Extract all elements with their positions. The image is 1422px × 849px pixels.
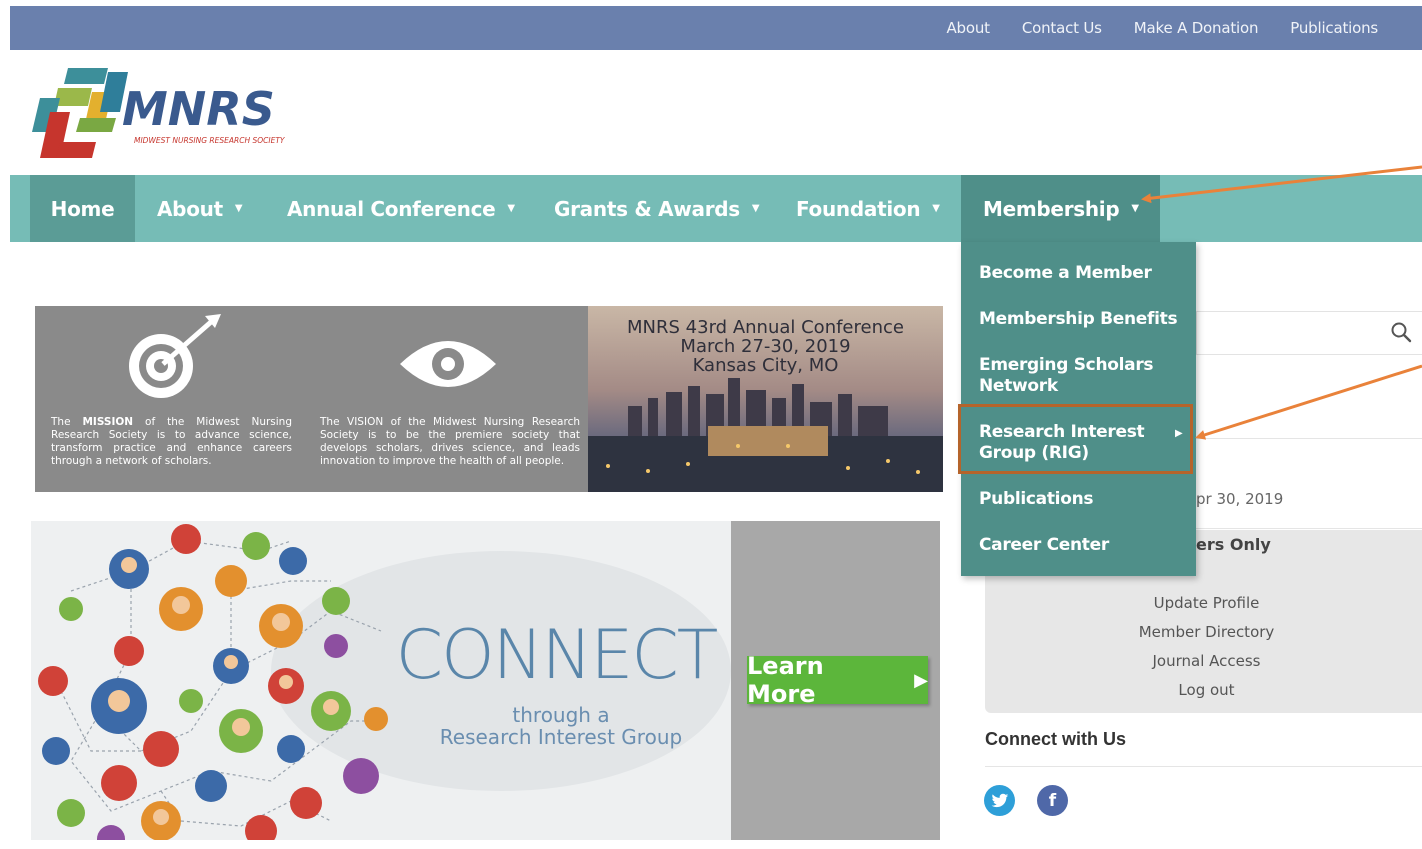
connect-rig-banner[interactable]: CONNECT through a Research Interest Grou… xyxy=(31,521,940,840)
mnrs-logo[interactable]: MNRS MIDWEST NURSING RESEARCH SOCIETY xyxy=(30,62,320,166)
conference-dates: March 27-30, 2019 xyxy=(680,336,851,357)
vision-text: The VISION of the Midwest Nursing Resear… xyxy=(320,416,580,467)
conference-title: MNRS 43rd Annual Conference xyxy=(627,317,904,338)
twitter-icon[interactable] xyxy=(984,785,1015,816)
menu-item-become-member[interactable]: Become a Member xyxy=(979,263,1179,284)
nav-home-label: Home xyxy=(50,196,115,221)
chevron-down-icon: ▼ xyxy=(751,203,760,214)
chevron-down-icon: ▼ xyxy=(507,203,515,214)
connect-subtitle: through a Research Interest Group xyxy=(439,703,683,749)
top-link-donation[interactable]: Make A Donation xyxy=(1118,19,1274,37)
learn-more-button[interactable]: Learn More ▶ xyxy=(747,652,928,708)
sidebar-divider xyxy=(985,766,1422,767)
nav-foundation[interactable]: Foundation ▼ xyxy=(796,175,940,242)
top-links: About Contact Us Make A Donation Publica… xyxy=(931,6,1395,50)
sidebar-divider xyxy=(1196,438,1422,439)
nav-foundation-label: Foundation xyxy=(796,196,921,221)
menu-item-membership-benefits[interactable]: Membership Benefits xyxy=(979,309,1179,330)
event-date: pr 30, 2019 xyxy=(1196,490,1284,508)
arrow-to-rig xyxy=(1195,364,1422,440)
log-out-link[interactable]: Log out xyxy=(985,681,1422,699)
members-only-title: ers Only xyxy=(1196,535,1271,554)
chevron-down-icon: ▼ xyxy=(234,203,243,214)
connect-headline: CONNECT xyxy=(395,616,719,695)
svg-text:MNRS: MNRS xyxy=(122,82,275,136)
journal-access-link[interactable]: Journal Access xyxy=(985,652,1422,670)
main-nav: Home About ▼ Annual Conference ▼ Grants & … xyxy=(10,175,1422,242)
menu-item-emerging-scholars[interactable]: Emerging Scholars Network xyxy=(979,355,1159,397)
learn-more-label: Learn More xyxy=(747,652,824,708)
menu-item-publications[interactable]: Publications xyxy=(979,489,1179,510)
eye-icon xyxy=(400,341,496,387)
nav-membership[interactable]: Membership ▼ xyxy=(961,175,1160,242)
conference-location: Kansas City, MO xyxy=(692,355,839,376)
conference-info: MNRS 43rd Annual Conference March 27-30,… xyxy=(588,318,943,375)
top-link-publications[interactable]: Publications xyxy=(1274,19,1394,37)
member-directory-link[interactable]: Member Directory xyxy=(985,623,1422,641)
chevron-down-icon: ▼ xyxy=(1131,203,1139,214)
top-utility-bar: About Contact Us Make A Donation Publica… xyxy=(10,6,1422,50)
mission-text: The MISSION of the Midwest Nursing Resea… xyxy=(51,416,292,467)
top-link-contact[interactable]: Contact Us xyxy=(1006,19,1118,37)
top-link-about[interactable]: About xyxy=(931,19,1006,37)
nav-grants-awards-label: Grants & Awards xyxy=(554,196,740,221)
rig-highlight-box xyxy=(958,404,1193,474)
chevron-down-icon: ▼ xyxy=(932,203,940,214)
nav-about[interactable]: About ▼ xyxy=(157,175,243,242)
search-icon[interactable] xyxy=(1389,320,1413,344)
nav-about-label: About xyxy=(157,196,223,221)
target-icon xyxy=(129,314,221,398)
facebook-icon[interactable]: f xyxy=(1037,785,1068,816)
nav-grants-awards[interactable]: Grants & Awards ▼ xyxy=(554,175,760,242)
nav-membership-label: Membership xyxy=(983,196,1120,221)
play-arrow-icon: ▶ xyxy=(914,669,928,691)
nav-annual-conference[interactable]: Annual Conference ▼ xyxy=(287,175,515,242)
logo-tagline: MIDWEST NURSING RESEARCH SOCIETY xyxy=(134,136,286,145)
connect-with-us-title: Connect with Us xyxy=(985,729,1127,749)
nav-home[interactable]: Home xyxy=(30,175,135,242)
nav-annual-conference-label: Annual Conference xyxy=(287,196,496,221)
update-profile-link[interactable]: Update Profile xyxy=(985,594,1422,612)
menu-item-career-center[interactable]: Career Center xyxy=(979,535,1179,556)
mission-vision-banner[interactable]: The MISSION of the Midwest Nursing Resea… xyxy=(35,306,943,492)
sidebar-divider xyxy=(1196,528,1422,529)
